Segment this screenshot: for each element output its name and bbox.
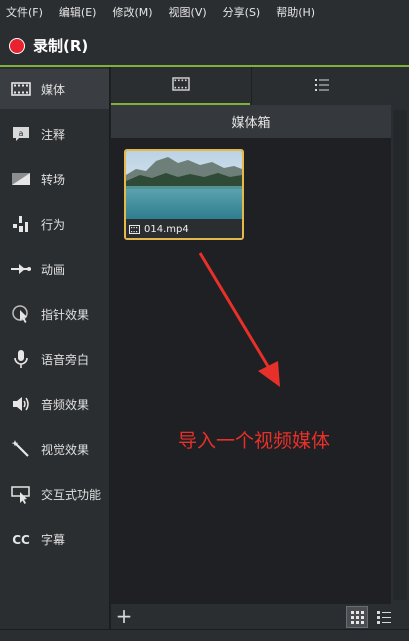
sidebar-item-audio-effects[interactable]: 音频效果	[0, 384, 109, 424]
menu-modify[interactable]: 修改(M)	[104, 0, 160, 26]
sidebar-item-label: 音频效果	[41, 397, 90, 412]
sidebar-item-label: 交互式功能	[41, 487, 102, 502]
clip-filename: 014.mp4	[144, 223, 189, 235]
film-icon	[10, 78, 32, 100]
sidebar-item-label: 媒体	[41, 82, 66, 97]
menu-bar: 文件(F) 编辑(E) 修改(M) 视图(V) 分享(S) 帮助(H)	[0, 0, 409, 26]
menu-file[interactable]: 文件(F)	[0, 0, 51, 26]
sidebar-item-label: 注释	[41, 127, 66, 142]
svg-text:a: a	[19, 129, 24, 138]
captions-icon: CC	[10, 528, 32, 550]
microphone-icon	[10, 348, 32, 370]
sidebar-item-annotations[interactable]: a 注释	[0, 114, 109, 154]
menu-view[interactable]: 视图(V)	[161, 0, 215, 26]
menu-edit[interactable]: 编辑(E)	[51, 0, 105, 26]
sidebar-item-label: 指针效果	[41, 307, 90, 322]
speaker-icon	[10, 393, 32, 415]
sidebar-item-voice-narration[interactable]: 语音旁白	[0, 339, 109, 379]
svg-text:CC: CC	[12, 533, 30, 546]
sidebar-item-cursor-effects[interactable]: 指针效果	[0, 294, 109, 334]
video-clip-icon	[129, 224, 140, 234]
vertical-scrollbar[interactable]	[393, 110, 407, 600]
clip-thumbnail	[126, 151, 242, 219]
grid-view-button[interactable]	[346, 606, 368, 628]
media-bin-title: 媒体箱	[111, 105, 391, 138]
media-clip[interactable]: 014.mp4	[124, 149, 244, 240]
sidebar-item-animations[interactable]: 动画	[0, 249, 109, 289]
sidebar-item-interactivity[interactable]: 交互式功能	[0, 474, 109, 514]
annotation-icon: a	[10, 123, 32, 145]
sidebar-item-label: 行为	[41, 217, 66, 232]
interactive-icon	[10, 483, 32, 505]
sidebar-item-captions[interactable]: CC 字幕	[0, 519, 109, 559]
behavior-icon	[10, 213, 32, 235]
record-button[interactable]: 录制(R)	[33, 35, 88, 56]
magic-wand-icon	[10, 438, 32, 460]
annotation-text: 导入一个视频媒体	[178, 430, 331, 452]
grid-icon	[350, 610, 364, 624]
details-view-button[interactable]	[373, 606, 395, 628]
film-icon	[171, 76, 190, 95]
sidebar: 媒体 a 注释 转场 行为 动画 指针效果 语音旁白 音频效果 视觉效果 交互式…	[0, 67, 110, 641]
sidebar-item-label: 转场	[41, 172, 66, 187]
status-strip	[0, 629, 409, 641]
sidebar-item-behaviors[interactable]: 行为	[0, 204, 109, 244]
cursor-icon	[10, 303, 32, 325]
sidebar-item-transitions[interactable]: 转场	[0, 159, 109, 199]
sidebar-item-label: 视觉效果	[41, 442, 90, 457]
sidebar-item-label: 语音旁白	[41, 352, 90, 367]
list-icon	[314, 77, 330, 96]
list-icon	[377, 610, 391, 624]
menu-help[interactable]: 帮助(H)	[268, 0, 323, 26]
record-icon[interactable]	[9, 37, 25, 54]
view-tabs	[111, 67, 391, 105]
sidebar-item-visual-effects[interactable]: 视觉效果	[0, 429, 109, 469]
annotation-arrow-icon	[198, 252, 280, 387]
clip-caption: 014.mp4	[126, 220, 242, 238]
tab-thumbnail-view[interactable]	[111, 67, 250, 105]
animation-icon	[10, 258, 32, 280]
sidebar-item-label: 字幕	[41, 532, 66, 547]
menu-share[interactable]: 分享(S)	[215, 0, 269, 26]
sidebar-item-label: 动画	[41, 262, 66, 277]
sidebar-item-media[interactable]: 媒体	[0, 69, 109, 109]
record-bar: 录制(R)	[0, 26, 409, 65]
add-media-button[interactable]: +	[115, 606, 133, 626]
tab-list-view[interactable]	[251, 67, 391, 105]
transition-icon	[10, 168, 32, 190]
